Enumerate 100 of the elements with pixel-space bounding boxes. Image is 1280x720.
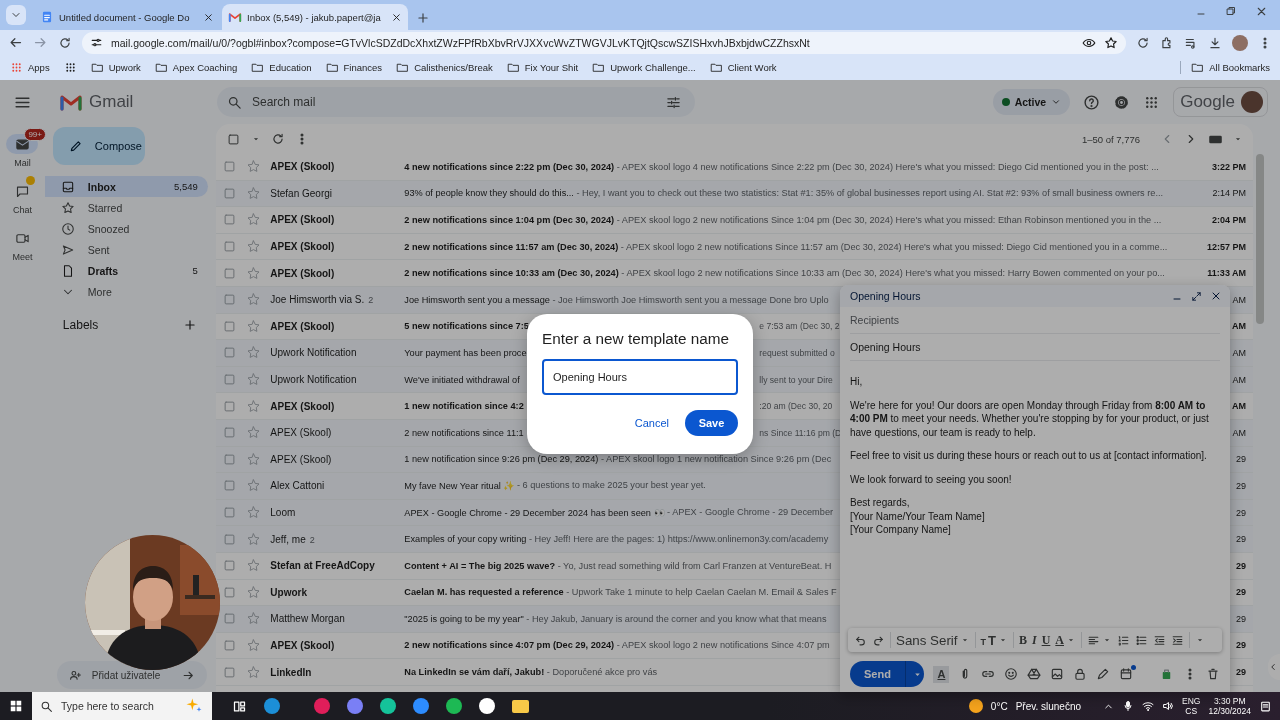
checkbox-icon[interactable] — [222, 638, 238, 653]
search-field[interactable]: Search mail — [217, 87, 695, 117]
bookmark[interactable]: Fix Your Shit — [506, 61, 579, 74]
windows-icon[interactable] — [9, 699, 23, 713]
checkbox-icon[interactable] — [222, 451, 238, 467]
bookmark[interactable]: Apps — [10, 61, 50, 74]
folder-item[interactable]: Sent — [44, 239, 208, 260]
compose-button[interactable]: Compose — [52, 127, 145, 165]
weather-icon[interactable] — [968, 699, 983, 713]
checkbox-icon[interactable] — [222, 239, 238, 255]
checkbox-icon[interactable] — [222, 584, 238, 600]
star-icon[interactable] — [246, 425, 262, 441]
browser-tab[interactable]: Untitled document - Google Do — [34, 4, 220, 30]
star-icon[interactable] — [246, 345, 262, 361]
star-icon[interactable] — [246, 185, 262, 201]
star-icon[interactable] — [246, 451, 262, 467]
bookmark[interactable]: All Bookmarks — [1180, 61, 1270, 74]
taskbar-search-field[interactable]: Type here to search — [32, 692, 212, 720]
network-icon[interactable] — [1142, 700, 1155, 712]
checkbox-icon[interactable] — [222, 558, 238, 574]
bookmark[interactable]: Upwork Challenge... — [592, 61, 696, 74]
star-icon[interactable] — [246, 292, 262, 308]
status-chip[interactable]: Active — [992, 89, 1071, 115]
profile-avatar[interactable] — [1232, 34, 1248, 51]
checkbox-icon[interactable] — [222, 212, 238, 228]
star-icon[interactable] — [246, 611, 262, 627]
font-dropdown[interactable]: Sans Serif — [896, 632, 970, 648]
star-icon[interactable] — [246, 505, 262, 520]
side-panel-toggle[interactable] — [1268, 654, 1280, 680]
star-icon[interactable] — [246, 664, 262, 680]
add-user-button[interactable]: Přidat uživatele — [56, 661, 207, 689]
filter-icon[interactable] — [666, 94, 681, 110]
microphone-icon[interactable] — [1122, 700, 1135, 712]
star-icon[interactable] — [246, 531, 262, 547]
formatting-button[interactable]: A — [933, 665, 950, 683]
address-bar[interactable]: mail.google.com/mail/u/0/?ogbl#inbox?compose=GTvVlcSDZdDcXhxtZWzFPfRbXbvRrVJXXvcWvZTWGVJLvKTQjtQscwSZISHxvhJBxbjdwCZZhsxNt — [82, 31, 1126, 54]
bookmark[interactable]: Education — [251, 61, 312, 74]
checkbox-icon[interactable] — [222, 318, 238, 334]
format-button[interactable]: U — [1041, 632, 1051, 648]
checkbox-icon[interactable] — [222, 505, 238, 520]
checkbox-icon[interactable] — [222, 292, 238, 308]
reload-icon[interactable] — [58, 35, 72, 50]
checkbox-icon[interactable] — [222, 664, 238, 680]
checkbox-icon[interactable] — [222, 345, 238, 361]
email-row[interactable]: APEX (Skool) 2 new notifications since 1:04 pm (Dec 30, 2024) - APEX skool logo 2 new notifications Since 1:04 pm (Dec 30, 2024) Here's what you missed: Ethan Robinson mentioned you in the ... 2:04 PM — [216, 207, 1254, 234]
settings-icon[interactable] — [1113, 93, 1131, 111]
save-button[interactable]: Save — [685, 410, 738, 436]
checkbox-icon[interactable] — [222, 372, 238, 388]
checkbox-icon[interactable] — [226, 131, 242, 147]
browser-tab[interactable]: Inbox (5,549) - jakub.papert@ja — [222, 4, 408, 30]
bookmark-star-icon[interactable] — [1104, 35, 1118, 50]
text-size-button[interactable]: TT — [980, 632, 1008, 648]
checkbox-icon[interactable] — [222, 478, 238, 494]
folder-item[interactable]: Snoozed — [44, 218, 208, 239]
recipients-field[interactable]: Recipients — [850, 307, 1220, 334]
folder-item[interactable]: Starred — [44, 197, 208, 218]
folder-icon[interactable] — [512, 699, 529, 713]
grid-icon[interactable] — [63, 61, 77, 74]
emoji-icon[interactable] — [1004, 667, 1019, 681]
keyboard-language[interactable]: ENG CS — [1182, 696, 1201, 716]
folder-item[interactable]: More — [44, 281, 208, 302]
bookmark[interactable]: Calisthenics/Break — [396, 61, 493, 74]
help-icon[interactable] — [1083, 93, 1101, 111]
numbered-list-icon[interactable] — [1117, 633, 1130, 647]
app-icon[interactable] — [479, 698, 495, 714]
subject-field[interactable]: Opening Hours — [850, 334, 1220, 361]
expand-icon[interactable] — [1191, 290, 1202, 302]
checkbox-icon[interactable] — [222, 611, 238, 627]
folder-item[interactable]: Inbox 5,549 — [44, 176, 208, 197]
back-icon[interactable] — [8, 35, 23, 50]
star-icon[interactable] — [246, 372, 262, 388]
indent-less-icon[interactable] — [1153, 633, 1166, 647]
checkbox-icon[interactable] — [222, 159, 238, 175]
image-icon[interactable] — [1050, 667, 1065, 681]
cancel-button[interactable]: Cancel — [634, 417, 669, 429]
restore-icon[interactable] — [1225, 4, 1237, 17]
star-icon[interactable] — [246, 159, 262, 175]
trash-icon[interactable] — [1206, 667, 1220, 681]
refresh-icon[interactable] — [271, 132, 286, 146]
extension-icon[interactable] — [1136, 35, 1150, 50]
app-icon[interactable] — [446, 698, 462, 714]
email-row[interactable] — [216, 180, 1254, 208]
clock[interactable]: 3:30 PM 12/30/2024 — [1208, 696, 1251, 716]
download-icon[interactable] — [1208, 35, 1222, 50]
account-button[interactable]: Google — [1173, 87, 1268, 117]
drive-icon[interactable] — [1027, 667, 1042, 681]
forward-icon[interactable] — [33, 35, 48, 50]
task-view-icon[interactable] — [232, 698, 247, 714]
bookmark[interactable]: Apex Coaching — [154, 61, 238, 74]
star-icon[interactable] — [246, 239, 262, 255]
indent-more-icon[interactable] — [1171, 633, 1184, 647]
bulleted-list-icon[interactable] — [1135, 633, 1148, 647]
star-icon[interactable] — [246, 212, 262, 228]
pen-icon[interactable] — [1096, 667, 1111, 681]
format-button[interactable]: I — [1031, 632, 1037, 648]
star-icon[interactable] — [246, 638, 262, 653]
star-icon[interactable] — [246, 318, 262, 334]
puzzle-icon[interactable] — [1160, 35, 1174, 50]
checkbox-icon[interactable] — [222, 531, 238, 547]
scrollbar-thumb[interactable] — [1256, 154, 1265, 324]
